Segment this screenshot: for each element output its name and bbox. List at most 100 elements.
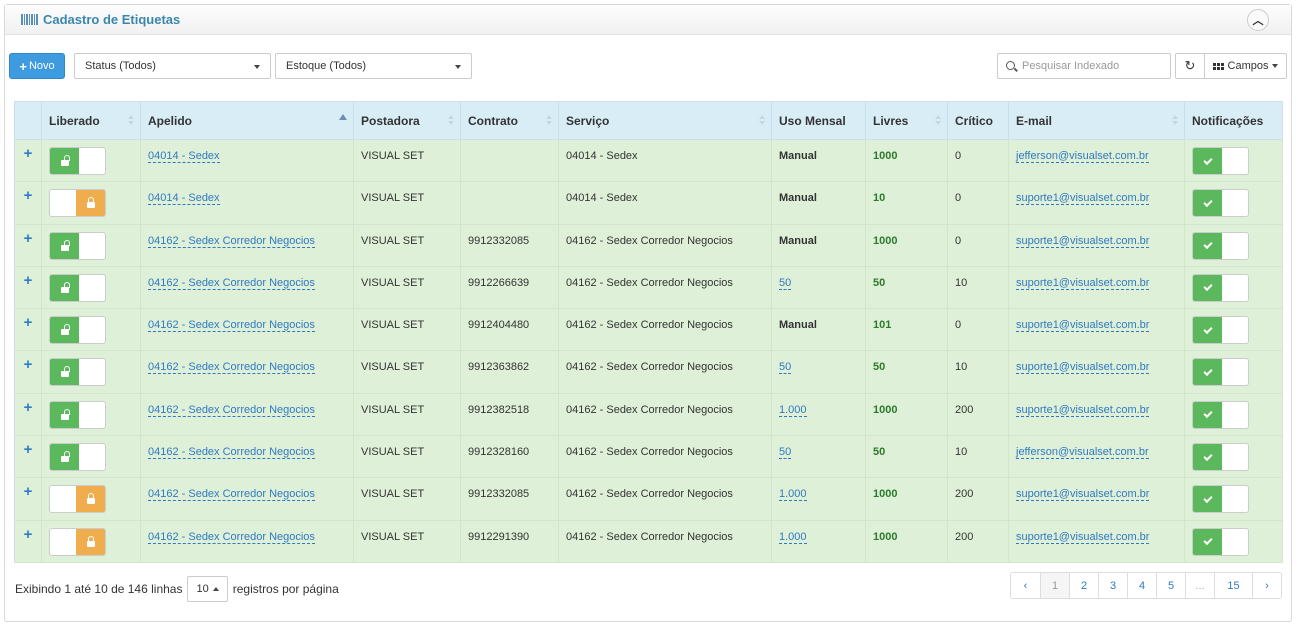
liberado-toggle[interactable] [49, 358, 106, 387]
notificacoes-toggle[interactable] [1192, 485, 1249, 514]
notificacoes-toggle[interactable] [1192, 189, 1249, 218]
page-3[interactable]: 3 [1098, 573, 1127, 598]
col-apelido[interactable]: Apelido [140, 101, 354, 140]
uso-mensal-link[interactable]: 50 [779, 446, 792, 460]
liberado-toggle[interactable] [49, 400, 106, 429]
apelido-link[interactable]: 04162 - Sedex Corredor Negocios [148, 234, 315, 248]
page-4[interactable]: 4 [1127, 573, 1156, 598]
email-cell: suporte1@visualset.com.br [1008, 266, 1185, 310]
notificacoes-toggle[interactable] [1192, 527, 1249, 556]
check-icon [1193, 232, 1222, 259]
email-link[interactable]: suporte1@visualset.com.br [1016, 276, 1150, 290]
campos-button[interactable]: Campos [1205, 53, 1287, 79]
page-2[interactable]: 2 [1069, 573, 1098, 598]
liberado-toggle[interactable] [49, 443, 106, 472]
search-input[interactable]: Pesquisar Indexado [997, 53, 1171, 79]
apelido-link[interactable]: 04162 - Sedex Corredor Negocios [148, 488, 315, 502]
liberado-toggle[interactable] [49, 316, 106, 345]
email-link[interactable]: suporte1@visualset.com.br [1016, 319, 1150, 333]
notificacoes-toggle[interactable] [1192, 358, 1249, 387]
postadora-cell: VISUAL SET [353, 393, 461, 437]
expand-cell[interactable]: + [14, 181, 42, 225]
liberado-toggle[interactable] [49, 527, 106, 556]
apelido-link[interactable]: 04014 - Sedex [148, 192, 220, 206]
uso-mensal-link[interactable]: 1.000 [779, 530, 807, 544]
notificacoes-toggle[interactable] [1192, 443, 1249, 472]
liberado-toggle[interactable] [49, 231, 106, 260]
email-link[interactable]: suporte1@visualset.com.br [1016, 192, 1150, 206]
notificacoes-toggle[interactable] [1192, 231, 1249, 260]
apelido-cell: 04162 - Sedex Corredor Negocios [140, 350, 354, 394]
refresh-button[interactable]: ↻ [1175, 53, 1205, 79]
notificacoes-toggle[interactable] [1192, 316, 1249, 345]
liberado-toggle[interactable] [49, 273, 106, 302]
expand-cell[interactable]: + [14, 266, 42, 310]
liberado-toggle[interactable] [49, 189, 106, 218]
livres-cell: 101 [865, 308, 948, 352]
email-link[interactable]: jefferson@visualset.com.br [1016, 150, 1149, 163]
prev-page-button[interactable]: ‹ [1011, 573, 1040, 598]
expand-cell[interactable]: + [14, 520, 42, 563]
email-link[interactable]: suporte1@visualset.com.br [1016, 234, 1150, 248]
col-liberado[interactable]: Liberado [41, 101, 141, 140]
expand-cell[interactable]: + [14, 308, 42, 352]
expand-cell[interactable]: + [14, 139, 42, 183]
expand-cell[interactable]: + [14, 477, 42, 521]
expand-cell[interactable]: + [14, 224, 42, 267]
page-1[interactable]: 1 [1040, 573, 1069, 598]
col-notificacoes[interactable]: Notificações [1184, 101, 1283, 140]
novo-button[interactable]: + Novo [9, 53, 65, 79]
notificacoes-toggle[interactable] [1192, 400, 1249, 429]
apelido-link[interactable]: 04014 - Sedex [148, 150, 220, 163]
uso-mensal-link[interactable]: 1.000 [779, 403, 807, 417]
uso-mensal-cell: 50 [771, 435, 866, 479]
col-contrato[interactable]: Contrato [460, 101, 559, 140]
col-email[interactable]: E-mail [1008, 101, 1185, 140]
notificacoes-toggle[interactable] [1192, 147, 1249, 175]
servico-cell: 04162 - Sedex Corredor Negocios [558, 477, 772, 521]
email-cell: suporte1@visualset.com.br [1008, 520, 1185, 563]
collapse-button[interactable]: ︿ [1247, 9, 1269, 31]
estoque-filter-select[interactable]: Estoque (Todos) [275, 53, 472, 79]
uso-mensal-link[interactable]: 50 [779, 276, 792, 290]
liberado-toggle[interactable] [49, 485, 106, 514]
email-link[interactable]: suporte1@visualset.com.br [1016, 488, 1150, 502]
caret-down-icon [455, 65, 461, 69]
critico-cell: 10 [947, 266, 1009, 310]
plus-icon: + [23, 398, 33, 416]
liberado-toggle[interactable] [49, 147, 106, 175]
apelido-link[interactable]: 04162 - Sedex Corredor Negocios [148, 276, 315, 290]
next-page-button[interactable]: › [1252, 573, 1281, 598]
email-cell: suporte1@visualset.com.br [1008, 350, 1185, 394]
uso-mensal-link[interactable]: 50 [779, 361, 792, 375]
uso-mensal-link[interactable]: 1.000 [779, 488, 807, 502]
chevron-up-icon: ︿ [1252, 15, 1264, 27]
page-size-select[interactable]: 10 [187, 576, 228, 602]
col-critico[interactable]: Crítico [947, 101, 1009, 140]
notificacoes-toggle[interactable] [1192, 273, 1249, 302]
apelido-link[interactable]: 04162 - Sedex Corredor Negocios [148, 361, 315, 375]
refresh-icon: ↻ [1184, 58, 1196, 73]
col-uso-mensal[interactable]: Uso Mensal [771, 101, 866, 140]
col-postadora[interactable]: Postadora [353, 101, 461, 140]
apelido-link[interactable]: 04162 - Sedex Corredor Negocios [148, 403, 315, 417]
col-servico[interactable]: Serviço [558, 101, 772, 140]
col-livres[interactable]: Livres [865, 101, 948, 140]
apelido-link[interactable]: 04162 - Sedex Corredor Negocios [148, 446, 315, 460]
postadora-cell: VISUAL SET [353, 139, 461, 183]
uso-mensal-cell: Manual [771, 181, 866, 225]
email-link[interactable]: jefferson@visualset.com.br [1016, 446, 1149, 460]
expand-cell[interactable]: + [14, 350, 42, 394]
apelido-link[interactable]: 04162 - Sedex Corredor Negocios [148, 319, 315, 333]
expand-cell[interactable]: + [14, 393, 42, 437]
livres-value: 50 [873, 361, 886, 374]
expand-cell[interactable]: + [14, 435, 42, 479]
email-link[interactable]: suporte1@visualset.com.br [1016, 530, 1150, 544]
page-15[interactable]: 15 [1214, 573, 1252, 598]
page-5[interactable]: 5 [1156, 573, 1185, 598]
email-link[interactable]: suporte1@visualset.com.br [1016, 361, 1150, 375]
campos-label: Campos [1227, 60, 1269, 72]
email-link[interactable]: suporte1@visualset.com.br [1016, 403, 1150, 417]
status-filter-select[interactable]: Status (Todos) [74, 53, 271, 79]
apelido-link[interactable]: 04162 - Sedex Corredor Negocios [148, 530, 315, 544]
